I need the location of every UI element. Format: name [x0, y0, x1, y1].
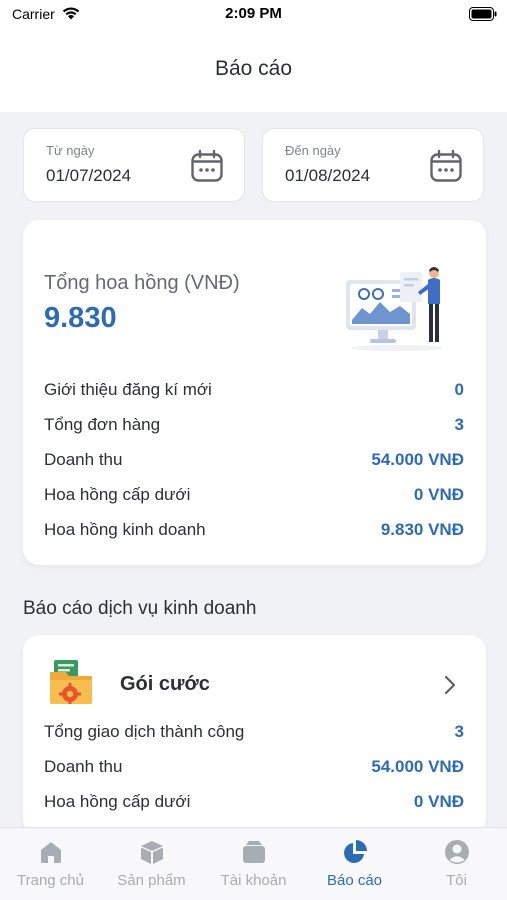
- box-icon: [140, 841, 163, 864]
- stat-label: Doanh thu: [44, 450, 123, 469]
- date-from-value: 01/07/2024: [46, 166, 132, 185]
- tab-reports[interactable]: Báo cáo: [304, 828, 405, 900]
- clock: 2:09 PM: [225, 5, 282, 22]
- tab-bar: Trang chủ Sản phẩm Tài khoản Báo cáo Tôi: [0, 827, 507, 900]
- battery-icon: [469, 7, 497, 21]
- stat-row: Giới thiệu đăng kí mới 0: [44, 380, 464, 404]
- tab-label: Tôi: [446, 872, 467, 889]
- tab-label: Tài khoản: [220, 872, 287, 889]
- stat-label: Doanh thu: [44, 757, 123, 776]
- status-bar: Carrier 2:09 PM: [0, 0, 507, 30]
- package-folder-icon: [50, 660, 92, 704]
- date-from-picker[interactable]: Từ ngày 01/07/2024: [23, 128, 245, 202]
- page-title: Báo cáo: [214, 57, 293, 80]
- section-title: Báo cáo dịch vụ kinh doanh: [23, 598, 257, 619]
- nav-header: Báo cáo: [0, 30, 507, 112]
- date-to-picker[interactable]: Đến ngày 01/08/2024: [262, 128, 484, 202]
- chevron-right-icon[interactable]: [444, 675, 456, 695]
- tab-account[interactable]: Tài khoản: [203, 828, 304, 900]
- calendar-icon: [191, 149, 223, 182]
- stat-label: Hoa hồng cấp dưới: [44, 792, 191, 811]
- stat-label: Tổng giao dịch thành công: [44, 722, 245, 741]
- tab-me[interactable]: Tôi: [406, 828, 507, 900]
- home-icon: [40, 842, 61, 863]
- stat-value: 9.830 VNĐ: [380, 520, 464, 539]
- date-to-label: Đến ngày: [285, 143, 341, 158]
- pie-chart-icon: [343, 840, 367, 863]
- stat-value: 54.000 VNĐ: [371, 450, 464, 469]
- stat-row: Hoa hồng cấp dưới 0 VNĐ: [44, 792, 464, 816]
- stat-value: 0: [454, 380, 464, 399]
- stat-row: Tổng đơn hàng 3: [44, 415, 464, 439]
- tab-home[interactable]: Trang chủ: [0, 828, 101, 900]
- stat-label: Tổng đơn hàng: [44, 415, 161, 434]
- stat-row: Hoa hồng cấp dưới 0 VNĐ: [44, 485, 464, 509]
- service-card-goi-cuoc[interactable]: Gói cước Tổng giao dịch thành công 3 Doa…: [23, 635, 486, 835]
- calendar-icon: [430, 149, 462, 182]
- stat-row: Hoa hồng kinh doanh 9.830 VNĐ: [44, 520, 464, 544]
- stat-row: Doanh thu 54.000 VNĐ: [44, 450, 464, 474]
- stat-label: Giới thiệu đăng kí mới: [44, 380, 212, 399]
- tab-label: Trang chủ: [17, 872, 84, 889]
- total-commission-value: 9.830: [44, 302, 117, 334]
- stat-row: Doanh thu 54.000 VNĐ: [44, 757, 464, 781]
- stat-value: 0 VNĐ: [413, 792, 464, 811]
- tab-products[interactable]: Sản phẩm: [101, 828, 202, 900]
- stat-label: Hoa hồng cấp dưới: [44, 485, 191, 504]
- stat-row: Tổng giao dịch thành công 3: [44, 722, 464, 746]
- report-illustration: [346, 267, 443, 351]
- stat-value: 0 VNĐ: [413, 485, 464, 504]
- stat-label: Hoa hồng kinh doanh: [44, 520, 206, 539]
- date-to-value: 01/08/2024: [285, 166, 371, 185]
- total-commission-label: Tổng hoa hồng (VNĐ): [44, 272, 240, 294]
- wallet-icon: [242, 841, 265, 863]
- stat-value: 3: [454, 722, 464, 741]
- stat-value: 3: [454, 415, 464, 434]
- tab-label: Báo cáo: [326, 872, 383, 889]
- commission-summary-card: Tổng hoa hồng (VNĐ) 9.830 Giới thiệu đăn…: [23, 220, 486, 565]
- service-name: Gói cước: [120, 673, 210, 695]
- stat-value: 54.000 VNĐ: [371, 757, 464, 776]
- user-icon: [444, 840, 469, 864]
- tab-label: Sản phẩm: [117, 872, 186, 889]
- date-from-label: Từ ngày: [46, 143, 95, 158]
